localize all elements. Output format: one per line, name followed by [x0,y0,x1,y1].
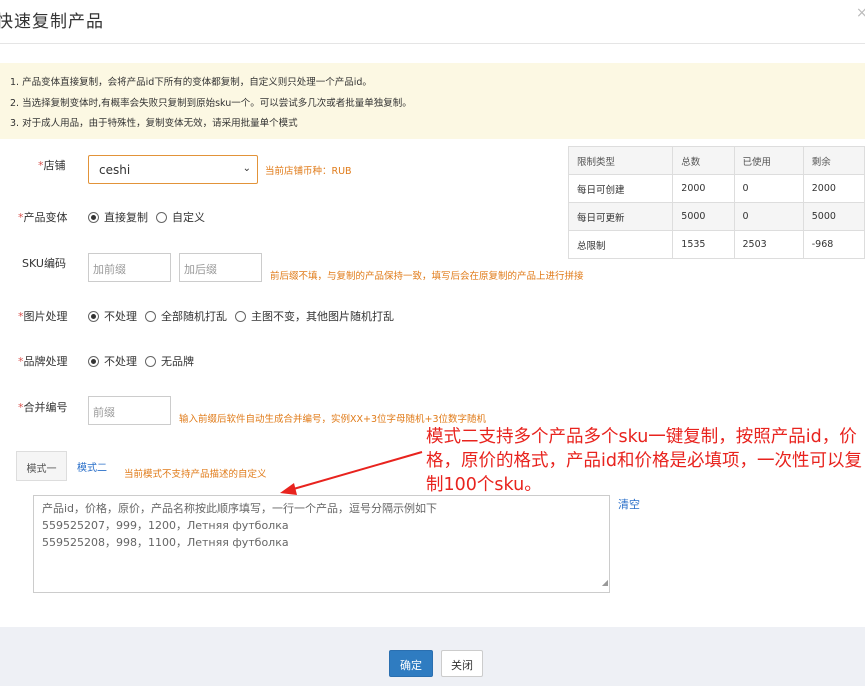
close-button[interactable]: 关闭 [441,650,483,677]
confirm-button[interactable]: 确定 [389,650,433,677]
annotation-arrow-icon [280,451,423,495]
